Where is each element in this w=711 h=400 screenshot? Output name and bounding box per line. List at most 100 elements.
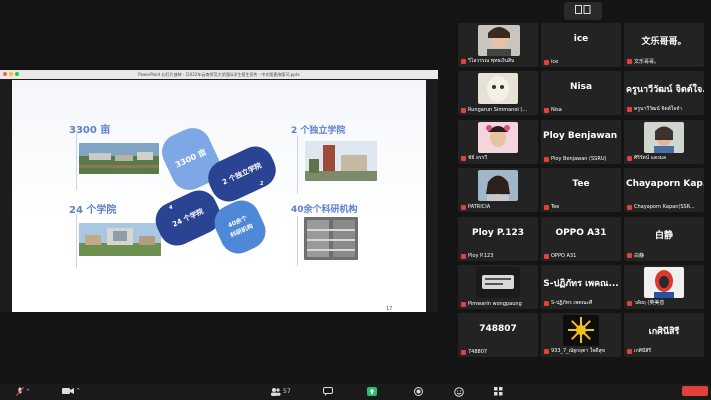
mic-muted-icon (627, 300, 632, 306)
participant-display-name: 文乐哥哥。 (641, 37, 687, 47)
participant-tile[interactable]: Ploy Benjawan (... Ploy Benjawan (SSRU) (541, 120, 621, 164)
participant-name: วิไลวรรณ พุทธเงินสิน (468, 58, 515, 64)
participant-video (478, 122, 518, 153)
video-button[interactable]: ^ (62, 387, 80, 395)
participant-name: 白静 (634, 253, 645, 259)
leave-button[interactable] (682, 386, 708, 396)
participant-tile[interactable]: 748807 748807 (458, 313, 538, 357)
participant-name: Nisa (551, 107, 562, 113)
participant-name: ชัย์ อรรวี (468, 155, 488, 161)
participant-tile[interactable]: วลัยฤ (英美音 (624, 265, 704, 309)
people-icon (270, 387, 281, 396)
participant-name: 748807 (468, 349, 488, 355)
stat-research-institutes: 40余个科研机构 (291, 205, 358, 215)
chat-button[interactable] (323, 387, 333, 396)
mic-muted-icon (544, 348, 549, 354)
gallery-view-toggle[interactable] (564, 2, 602, 20)
participants-button[interactable]: 57 (270, 387, 291, 396)
chevron-up-icon[interactable]: ^ (26, 389, 30, 395)
participant-name: 文乐哥哥。 (634, 59, 660, 65)
participant-display-name: Chayaporn Kap... (626, 179, 704, 189)
participant-tile[interactable]: ศิริรัตน์ แตงมล (624, 120, 704, 164)
participant-tile[interactable]: Pimwarin wongpaung (458, 265, 538, 309)
chat-icon (323, 387, 333, 396)
participant-tile[interactable]: เกศินีสิรี เกศินีสิรี (624, 313, 704, 357)
leave-indicator (682, 386, 708, 396)
participant-video (478, 25, 520, 56)
mute-button[interactable]: ^ (16, 387, 30, 397)
divider-line (76, 134, 77, 190)
participant-tile[interactable]: Nisa Nisa (541, 71, 621, 115)
campus-building-photo (79, 223, 161, 256)
participant-caption: OPPO A31 (544, 253, 576, 259)
participant-caption: Ploy P.123 (461, 253, 493, 259)
participant-video (563, 315, 599, 346)
participant-tile[interactable]: Chayaporn Kap... Chayaporn Kapan(SSR... (624, 168, 704, 212)
participant-name: Tee (551, 204, 560, 210)
campus-aerial-photo (79, 143, 159, 174)
reactions-button[interactable] (454, 387, 464, 397)
mic-muted-icon (627, 204, 632, 210)
participant-caption: PATRICIA (461, 204, 490, 210)
share-window-title: PowerPoint 幻灯片放映 - [2022年云南师范大学国际学生招生宣传 … (138, 72, 300, 77)
participant-tile[interactable]: ice ice (541, 23, 621, 67)
participant-name: ศิริรัตน์ แตงมล (634, 155, 667, 161)
participant-display-name: ครูนาวีวัฒน์ จิตต์ใจ... (626, 85, 704, 95)
divider-line (76, 214, 77, 268)
participant-display-name: S-ปฏิภัทร เพคณ... (543, 279, 619, 289)
participant-tile[interactable]: ชัย์ อรรวี (458, 120, 538, 164)
participant-name: ครูนาวีวัฒน์ จิตต์ใจจำ (634, 106, 682, 112)
mic-muted-icon (461, 58, 466, 64)
window-controls[interactable] (3, 72, 19, 76)
participant-caption: เกศินีสิรี (627, 347, 651, 355)
mic-muted-icon (461, 107, 466, 113)
participant-name: PATRICIA (468, 204, 491, 210)
participant-tile[interactable]: Ploy P.123 Ploy P.123 (458, 217, 538, 261)
divider-line (297, 136, 298, 194)
chevron-up-icon[interactable]: ^ (76, 388, 80, 394)
participant-video (644, 267, 684, 298)
participant-name: เกศินีสิรี (634, 348, 652, 354)
mic-muted-icon (544, 300, 549, 306)
participant-caption: 933_7_ณัฐกฤตา ใจดีสุข (544, 347, 605, 355)
participant-caption: 文乐哥哥。 (627, 58, 659, 65)
participant-display-name: ice (573, 34, 589, 44)
record-button[interactable] (414, 387, 423, 396)
mic-muted-icon (544, 107, 549, 113)
participant-caption: 748807 (461, 349, 487, 355)
share-screen-icon (367, 387, 377, 396)
participant-tile[interactable]: 白静 白静 (624, 217, 704, 261)
gallery-icon (575, 5, 591, 17)
independent-college-photo (305, 141, 377, 181)
research-building-photo (304, 217, 358, 260)
participant-tile[interactable]: S-ปฏิภัทร เพคณ... S-ปฏิภัทร เพคณะศี (541, 265, 621, 309)
participant-tile[interactable]: PATRICIA (458, 168, 538, 212)
pill-number-label: 4 (169, 205, 173, 211)
participant-video (644, 122, 684, 153)
participant-caption: Ploy Benjawan (SSRU) (544, 156, 606, 162)
participant-caption: 白静 (627, 252, 644, 259)
mic-muted-icon (544, 156, 549, 162)
mic-muted-icon (461, 301, 466, 307)
participant-video (476, 267, 520, 298)
stat-independent-colleges: 2 个独立学院 (291, 126, 346, 136)
apps-button[interactable] (494, 387, 503, 396)
participant-tile[interactable]: วิไลวรรณ พุทธเงินสิน (458, 23, 538, 67)
share-screen-button[interactable] (367, 387, 377, 396)
participant-name: 933_7_ณัฐกฤตา ใจดีสุข (551, 348, 605, 354)
mic-muted-icon (627, 253, 632, 258)
participant-display-name: Ploy P.123 (471, 228, 524, 238)
participant-caption: S-ปฏิภัทร เพคณะศี (544, 299, 592, 307)
participant-name: ice (551, 59, 559, 65)
participant-tile[interactable]: OPPO A31 OPPO A31 (541, 217, 621, 261)
participant-caption: ice (544, 59, 558, 65)
participant-tile[interactable]: ครูนาวีวัฒน์ จิตต์ใจ... ครูนาวีวัฒน์ จิต… (624, 71, 704, 115)
participant-name: S-ปฏิภัทร เพคณะศี (551, 300, 593, 306)
participant-tile[interactable]: Tee Tee (541, 168, 621, 212)
participant-tile[interactable]: 文乐哥哥。 文乐哥哥。 (624, 23, 704, 67)
participant-name: Ploy Benjawan (SSRU) (551, 156, 607, 162)
mic-muted-icon (461, 155, 466, 161)
participant-tile[interactable]: Rungarun Simmanoi (... (458, 71, 538, 115)
participant-tile[interactable]: 933_7_ณัฐกฤตา ใจดีสุข (541, 313, 621, 357)
participant-name: Chayaporn Kapan(SSR... (634, 204, 695, 210)
